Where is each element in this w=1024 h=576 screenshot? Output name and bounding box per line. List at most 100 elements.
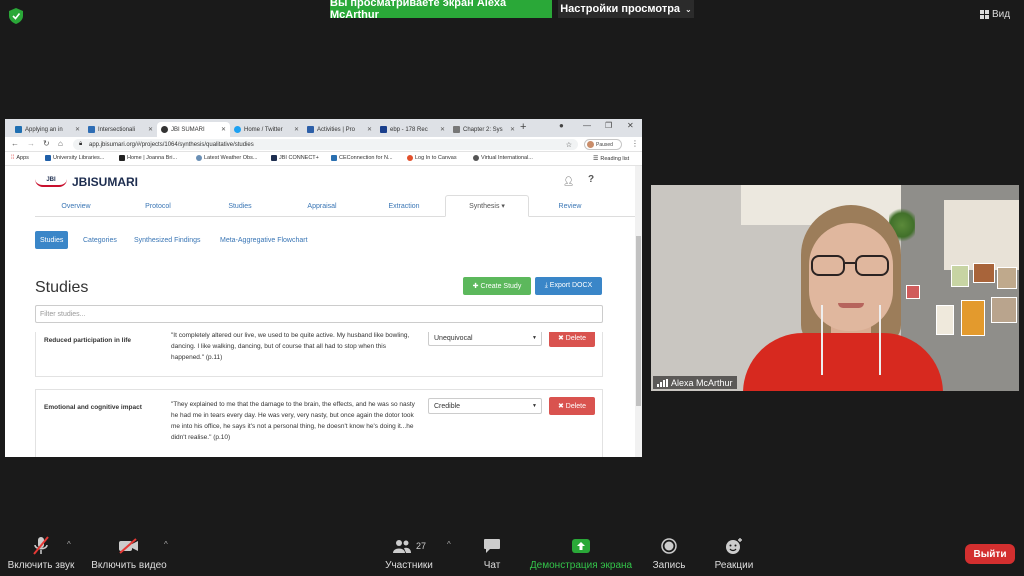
wall-picture	[991, 297, 1017, 323]
tab-search-icon[interactable]: ●	[559, 121, 564, 130]
bookmark-favicon-icon	[119, 155, 125, 161]
filter-studies-input[interactable]: Filter studies...	[35, 305, 603, 323]
credibility-value: Unequivocal	[434, 334, 473, 342]
minimize-icon[interactable]: —	[583, 121, 591, 130]
bookmark-star-icon[interactable]: ☆	[566, 141, 572, 149]
scrollbar-thumb[interactable]	[636, 236, 641, 406]
security-shield-icon[interactable]	[9, 8, 23, 24]
tab-studies[interactable]: Studies	[199, 195, 281, 217]
new-tab-button[interactable]: +	[520, 121, 526, 133]
bookmark-item[interactable]: CEConnection for N...	[331, 155, 393, 161]
tab-favicon-icon	[88, 126, 95, 133]
participants-options-chevron-icon[interactable]: ^	[447, 540, 451, 549]
bookmark-item[interactable]: Log In to Canvas	[407, 155, 457, 161]
avatar	[587, 141, 594, 148]
browser-tab[interactable]: ebp - 178 Rec ✕	[376, 122, 449, 137]
wall-picture	[997, 267, 1017, 289]
bookmarks-bar: ⁞⁞ Apps University Libraries... Home | Jo…	[5, 152, 642, 166]
reactions-button[interactable]: Реакции	[710, 534, 758, 576]
subtab-studies[interactable]: Studies	[35, 231, 69, 249]
view-button-label: Вид	[992, 8, 1011, 20]
tab-review[interactable]: Review	[529, 195, 611, 217]
url-text: app.jbisumari.org/#/projects/1064/synthe…	[89, 141, 254, 148]
wall-board	[944, 200, 1019, 270]
jbi-sumari-logo[interactable]: JBI JBISUMARI	[35, 175, 138, 189]
video-options-chevron-icon[interactable]: ^	[164, 540, 168, 549]
browser-tab[interactable]: Intersectionali ✕	[84, 122, 157, 137]
close-icon[interactable]: ✕	[148, 126, 153, 133]
home-icon[interactable]: ⌂	[58, 139, 63, 148]
bookmark-favicon-icon	[196, 155, 202, 161]
audio-options-chevron-icon[interactable]: ^	[67, 540, 71, 549]
close-icon[interactable]: ✕	[367, 126, 372, 133]
tab-extraction[interactable]: Extraction	[363, 195, 445, 217]
caret-down-icon: ▼	[532, 335, 537, 341]
finding-quote: "They explained to me that the damage to…	[171, 401, 415, 441]
jbi-sumari-page: JBI JBISUMARI 👤︎ ? Overview Protocol Stu…	[5, 166, 635, 457]
subtab-categories[interactable]: Categories	[78, 231, 122, 249]
close-icon[interactable]: ✕	[440, 126, 445, 133]
browser-tab[interactable]: Chapter 2: Sys ✕	[449, 122, 519, 137]
bookmark-item[interactable]: University Libraries...	[45, 155, 104, 161]
close-icon[interactable]: ✕	[221, 126, 226, 133]
chat-button[interactable]: Чат	[474, 534, 510, 576]
tab-protocol[interactable]: Protocol	[117, 195, 199, 217]
delete-button[interactable]: ✖ Delete	[549, 332, 595, 347]
bookmark-apps[interactable]: ⁞⁞ Apps	[11, 155, 29, 161]
bookmark-label: Log In to Canvas	[415, 155, 457, 161]
bookmark-item[interactable]: Home | Joanna Bri...	[119, 155, 177, 161]
close-window-icon[interactable]: ✕	[627, 121, 634, 130]
leave-meeting-button[interactable]: Выйти	[965, 544, 1015, 564]
credibility-select[interactable]: Credible ▼	[428, 398, 542, 414]
bookmark-item[interactable]: Latest Weather Obs...	[196, 155, 257, 161]
close-icon[interactable]: ✕	[510, 126, 515, 133]
participant-video-tile[interactable]: Alexa McArthur	[651, 185, 1019, 391]
create-study-button[interactable]: ✚ Create Study	[463, 277, 531, 295]
video-off-icon	[88, 534, 170, 558]
bookmark-favicon-icon	[407, 155, 413, 161]
reading-list[interactable]: ☰ Reading list	[593, 155, 630, 163]
back-icon[interactable]: ←	[11, 139, 19, 148]
close-icon[interactable]: ✕	[294, 126, 299, 133]
subtab-meta-aggregative-flowchart[interactable]: Meta-Aggregative Flowchart	[215, 231, 313, 249]
page-scrollbar[interactable]	[635, 166, 642, 457]
close-icon[interactable]: ✕	[75, 126, 80, 133]
browser-tab[interactable]: Home / Twitter ✕	[230, 122, 303, 137]
delete-button[interactable]: ✖ Delete	[549, 397, 595, 415]
profile-status-button[interactable]: Paused	[584, 139, 622, 150]
export-docx-button[interactable]: ⤓ Export DOCX	[535, 277, 602, 295]
participants-label: Участники	[385, 560, 433, 571]
bookmark-item[interactable]: JBI CONNECT+	[271, 155, 319, 161]
theme-label: Emotional and cognitive impact	[44, 404, 142, 411]
reload-icon[interactable]: ↻	[43, 139, 50, 148]
record-button[interactable]: Запись	[648, 534, 690, 576]
subtab-synthesized-findings[interactable]: Synthesized Findings	[129, 231, 206, 249]
help-icon[interactable]: ?	[588, 174, 594, 185]
participants-button[interactable]: 27 Участники	[378, 534, 440, 576]
tab-synthesis[interactable]: Synthesis ▾	[445, 195, 529, 217]
forward-icon[interactable]: →	[27, 139, 35, 148]
participant-name: Alexa McArthur	[671, 377, 733, 388]
tab-title: Chapter 2: Sys	[463, 126, 503, 133]
restore-icon[interactable]: ❐	[605, 121, 612, 130]
view-button[interactable]: Вид	[980, 6, 1016, 22]
tab-title: Activities | Pro	[317, 126, 355, 133]
menu-kebab-icon[interactable]: ⋮	[631, 139, 639, 148]
address-bar[interactable]: 🔒︎ app.jbisumari.org/#/projects/1064/syn…	[73, 139, 578, 150]
browser-tab-active[interactable]: JBI SUMARI ✕	[157, 122, 230, 137]
view-options-dropdown[interactable]: Настройки просмотра ⌄	[558, 0, 694, 18]
bookmark-item[interactable]: Virtual International...	[473, 155, 533, 161]
tab-favicon-icon	[15, 126, 22, 133]
tab-overview[interactable]: Overview	[35, 195, 117, 217]
browser-tab[interactable]: Applying an in ✕	[11, 122, 84, 137]
share-screen-button[interactable]: Демонстрация экрана	[526, 534, 636, 576]
tab-favicon-icon	[380, 126, 387, 133]
tab-appraisal[interactable]: Appraisal	[281, 195, 363, 217]
user-icon[interactable]: 👤︎	[563, 176, 574, 187]
start-video-button[interactable]: Включить видео	[88, 534, 170, 576]
browser-tab[interactable]: Activities | Pro ✕	[303, 122, 376, 137]
bookmark-label: University Libraries...	[53, 155, 105, 161]
credibility-select[interactable]: Unequivocal ▼	[428, 332, 542, 346]
wall-picture	[951, 265, 969, 287]
bookmark-label: Reading list	[600, 155, 630, 162]
